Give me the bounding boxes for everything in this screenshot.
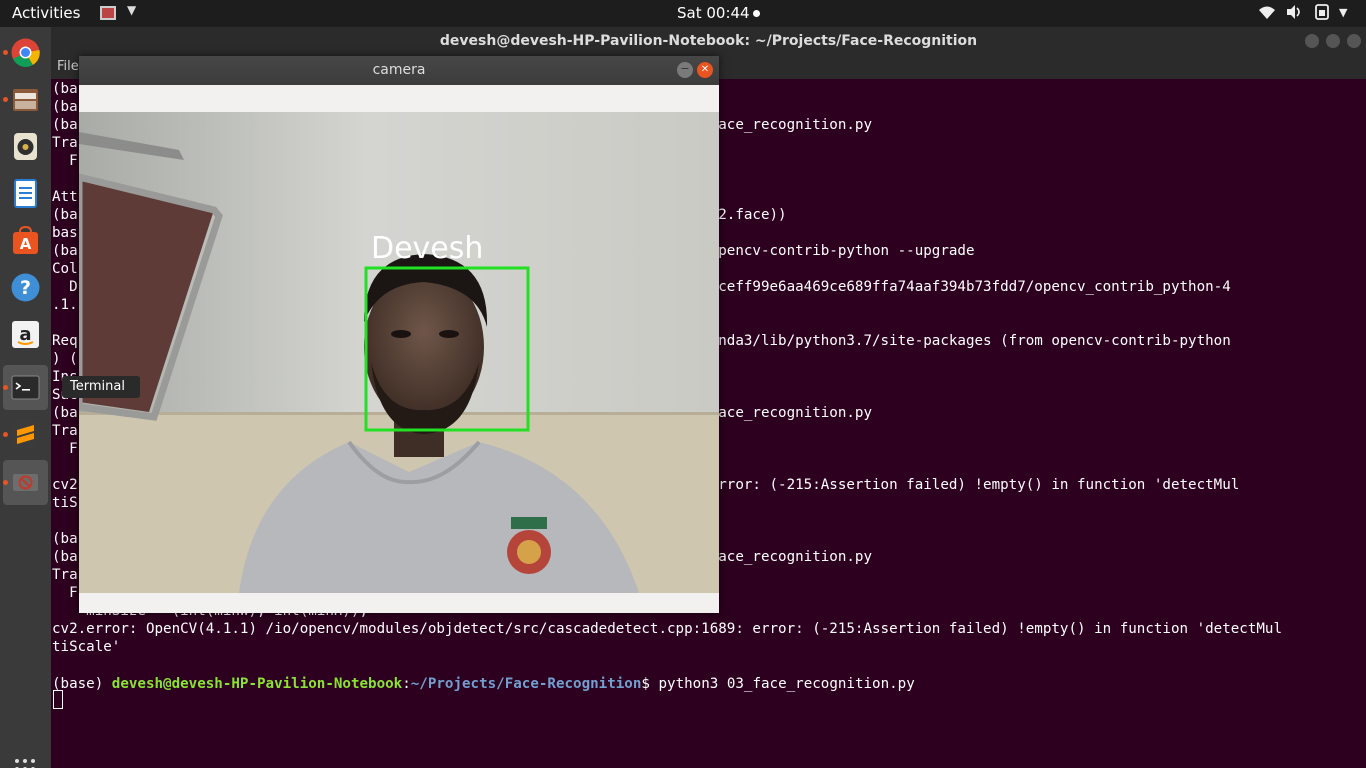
prompt-path: ~/Projects/Face-Recognition bbox=[410, 676, 642, 692]
files-icon bbox=[13, 89, 38, 111]
terminal-line: Tra bbox=[52, 135, 78, 151]
terminal-line: F bbox=[52, 153, 78, 169]
terminal-line: Att bbox=[52, 189, 78, 205]
running-indicator-icon bbox=[3, 385, 8, 390]
running-indicator-icon bbox=[3, 432, 8, 437]
terminal-icon bbox=[11, 375, 40, 400]
amazon-icon: a bbox=[12, 321, 39, 348]
sublime-icon bbox=[12, 421, 39, 448]
terminal-cursor bbox=[53, 690, 63, 709]
help-icon: ? bbox=[11, 273, 40, 302]
maximize-icon[interactable] bbox=[1326, 34, 1340, 48]
camera-feed: Devesh bbox=[79, 112, 719, 593]
running-indicator-icon bbox=[3, 50, 8, 55]
svg-text:a: a bbox=[19, 324, 31, 345]
terminal-line: bas bbox=[52, 225, 78, 241]
camera-close-button[interactable]: ✕ bbox=[697, 62, 713, 78]
terminal-line: ) ( bbox=[52, 351, 78, 367]
menu-file[interactable]: File bbox=[57, 59, 79, 74]
volume-icon[interactable] bbox=[1285, 3, 1303, 25]
prompt-dollar: $ bbox=[641, 676, 659, 692]
running-indicator-icon bbox=[3, 480, 8, 485]
camera-app-icon bbox=[13, 474, 38, 491]
prompt-line: (base) devesh@devesh-HP-Pavilion-Noteboo… bbox=[52, 675, 915, 693]
top-bar: Activities ▼ Sat 00:44 ▼ bbox=[0, 0, 1366, 27]
terminal-titlebar[interactable]: devesh@devesh-HP-Pavilion-Notebook: ~/Pr… bbox=[51, 27, 1366, 55]
app-menu-icon[interactable] bbox=[100, 6, 116, 20]
launcher-sublime[interactable] bbox=[3, 412, 48, 457]
chrome-icon bbox=[11, 38, 40, 67]
camera-frame-image bbox=[79, 112, 719, 593]
terminal-line: F bbox=[52, 585, 78, 601]
launcher-software-center[interactable]: A bbox=[3, 218, 48, 263]
terminal-line: cv2.error: OpenCV(4.1.1) /io/opencv/modu… bbox=[52, 621, 1282, 637]
clock-label: Sat 00:44 bbox=[677, 4, 750, 22]
close-icon[interactable] bbox=[1347, 34, 1361, 48]
minimize-icon[interactable] bbox=[1305, 34, 1319, 48]
rhythmbox-icon bbox=[14, 133, 37, 160]
launcher-dock: A ? a bbox=[0, 27, 51, 768]
launcher-camera-app[interactable] bbox=[3, 460, 48, 505]
terminal-line: (ba bbox=[52, 81, 78, 97]
system-menu-chevron-icon[interactable]: ▼ bbox=[1339, 6, 1347, 19]
show-applications-icon[interactable] bbox=[15, 759, 36, 768]
launcher-tooltip: Terminal bbox=[62, 376, 140, 398]
terminal-line: Tra bbox=[52, 423, 78, 439]
launcher-writer[interactable] bbox=[3, 171, 48, 216]
running-indicator-icon bbox=[3, 97, 8, 102]
prompt-user-host: devesh@devesh-HP-Pavilion-Notebook bbox=[111, 676, 403, 692]
launcher-chrome[interactable] bbox=[3, 30, 48, 75]
terminal-line: tiScale' bbox=[52, 639, 121, 655]
terminal-line: tiS bbox=[52, 495, 78, 511]
terminal-line: F bbox=[52, 441, 78, 457]
terminal-line: (ba bbox=[52, 531, 78, 547]
terminal-line: .1. bbox=[52, 297, 78, 313]
launcher-rhythmbox[interactable] bbox=[3, 124, 48, 169]
notification-dot-icon bbox=[752, 10, 760, 17]
face-label: Devesh bbox=[371, 231, 484, 266]
launcher-help[interactable]: ? bbox=[3, 265, 48, 310]
chevron-down-icon[interactable]: ▼ bbox=[127, 3, 136, 17]
camera-window[interactable]: camera − ✕ Devesh bbox=[79, 56, 719, 613]
system-menu-icon[interactable] bbox=[1314, 3, 1330, 25]
wifi-icon[interactable] bbox=[1258, 3, 1276, 25]
software-center-icon: A bbox=[13, 226, 38, 254]
launcher-terminal[interactable] bbox=[3, 365, 48, 410]
svg-text:A: A bbox=[20, 235, 32, 253]
prompt-command: python3 03_face_recognition.py bbox=[658, 676, 915, 692]
clock[interactable]: Sat 00:44 bbox=[677, 4, 760, 22]
svg-text:?: ? bbox=[20, 277, 31, 299]
terminal-title: devesh@devesh-HP-Pavilion-Notebook: ~/Pr… bbox=[439, 33, 978, 49]
terminal-line: Col bbox=[52, 261, 78, 277]
activities-button[interactable]: Activities bbox=[12, 4, 80, 22]
prompt-separator: : bbox=[402, 676, 411, 692]
launcher-amazon[interactable]: a bbox=[3, 312, 48, 357]
camera-title: camera bbox=[372, 62, 426, 78]
terminal-line: Tra bbox=[52, 567, 78, 583]
camera-titlebar[interactable]: camera bbox=[79, 56, 719, 85]
launcher-files[interactable] bbox=[3, 77, 48, 122]
writer-icon bbox=[14, 179, 37, 208]
camera-minimize-button[interactable]: − bbox=[677, 62, 693, 78]
terminal-line: (ba bbox=[52, 99, 78, 115]
